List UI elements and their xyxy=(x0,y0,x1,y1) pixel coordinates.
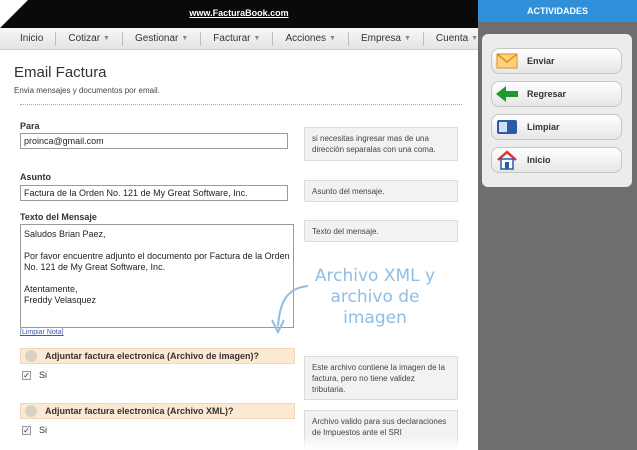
nav-item-label: Cotizar xyxy=(68,33,101,44)
info-bulb-icon xyxy=(25,405,37,417)
attach-image-help: Este archivo contiene la imagen de la fa… xyxy=(304,356,458,400)
nav-item-cotizar[interactable]: Cotizar ▼ xyxy=(56,31,123,46)
nav-item-facturar[interactable]: Facturar ▼ xyxy=(201,31,274,46)
to-label: Para xyxy=(20,121,40,131)
nav-item-inicio[interactable]: Inicio xyxy=(0,31,57,46)
clear-button-label: Limpiar xyxy=(527,122,560,132)
clear-button[interactable]: Limpiar xyxy=(491,114,622,140)
attach-xml-checkbox[interactable]: ✓ xyxy=(22,425,31,435)
info-bulb-icon xyxy=(25,350,37,362)
nav-item-label: Facturar xyxy=(213,33,251,44)
attach-image-section: Adjuntar factura electronica (Archivo de… xyxy=(20,348,295,364)
clear-icon xyxy=(495,117,519,137)
page-title: Email Factura xyxy=(14,64,107,81)
attach-image-checkbox[interactable]: ✓ xyxy=(22,370,31,380)
chevron-down-icon: ▼ xyxy=(403,35,411,42)
nav-item-label: Acciones xyxy=(285,33,327,44)
envelope-icon xyxy=(495,51,519,71)
activities-title: ACTIVIDADES xyxy=(478,0,637,22)
nav-item-empresa[interactable]: Empresa ▼ xyxy=(349,31,424,46)
nav-item-gestionar[interactable]: Gestionar ▼ xyxy=(123,31,202,46)
to-help: si necesitas ingresar mas de una direcci… xyxy=(304,127,458,161)
chevron-down-icon: ▼ xyxy=(329,35,336,42)
to-field[interactable]: proinca@gmail.com xyxy=(20,133,288,149)
attach-image-option[interactable]: ✓ Si xyxy=(22,370,47,380)
chevron-down-icon: ▼ xyxy=(253,35,261,42)
top-bar: www.FacturaBook.com xyxy=(0,0,478,28)
message-label: Texto del Mensaje xyxy=(20,212,97,222)
chevron-down-icon: ▼ xyxy=(103,35,110,42)
subject-field[interactable]: Factura de la Orden No. 121 de My Great … xyxy=(20,185,288,201)
nav-item-label: Cuenta xyxy=(435,33,469,44)
back-button-label: Regresar xyxy=(527,89,567,99)
nav-item-acciones[interactable]: Acciones ▼ xyxy=(273,31,349,46)
back-button[interactable]: Regresar xyxy=(491,81,622,107)
main-nav: Inicio Cotizar ▼ Gestionar ▼ Facturar ▼ Acc… xyxy=(0,28,478,50)
attach-image-label: Adjuntar factura electronica (Archivo de… xyxy=(45,351,260,361)
message-help: Texto del mensaje. xyxy=(304,220,458,242)
attach-xml-section: Adjuntar factura electronica (Archivo XM… xyxy=(20,403,295,419)
bottom-fade xyxy=(0,436,478,450)
subject-help: Asunto del mensaje. xyxy=(304,180,458,202)
subject-label: Asunto xyxy=(20,172,51,182)
activities-panel: ACTIVIDADES Enviar Regresar Limpiar Inic… xyxy=(478,0,637,450)
home-button[interactable]: Inicio xyxy=(491,147,622,173)
home-button-label: Inicio xyxy=(527,155,551,165)
home-icon xyxy=(495,150,519,170)
attach-image-option-label: Si xyxy=(39,370,48,380)
attach-xml-label: Adjuntar factura electronica (Archivo XM… xyxy=(45,406,234,416)
send-button[interactable]: Enviar xyxy=(491,48,622,74)
send-button-label: Enviar xyxy=(527,56,555,66)
nav-item-label: Empresa xyxy=(360,33,401,44)
clear-note-link[interactable]: [Limpiar Nota] xyxy=(20,329,64,336)
header-divider xyxy=(20,104,462,105)
brand-link[interactable]: www.FacturaBook.com xyxy=(0,8,478,18)
attach-xml-option[interactable]: ✓ Si xyxy=(22,425,47,435)
message-textarea[interactable]: Saludos Brian Paez, Por favor encuentre … xyxy=(20,224,294,328)
nav-item-label: Inicio xyxy=(20,33,44,44)
page-subtitle: Envia mensajes y documentos por email. xyxy=(14,86,160,95)
annotation-arrow-icon xyxy=(271,285,309,335)
chevron-down-icon: ▼ xyxy=(181,35,189,42)
attach-xml-option-label: Si xyxy=(39,425,48,435)
back-arrow-icon xyxy=(495,84,519,104)
nav-item-label: Gestionar xyxy=(134,33,179,44)
